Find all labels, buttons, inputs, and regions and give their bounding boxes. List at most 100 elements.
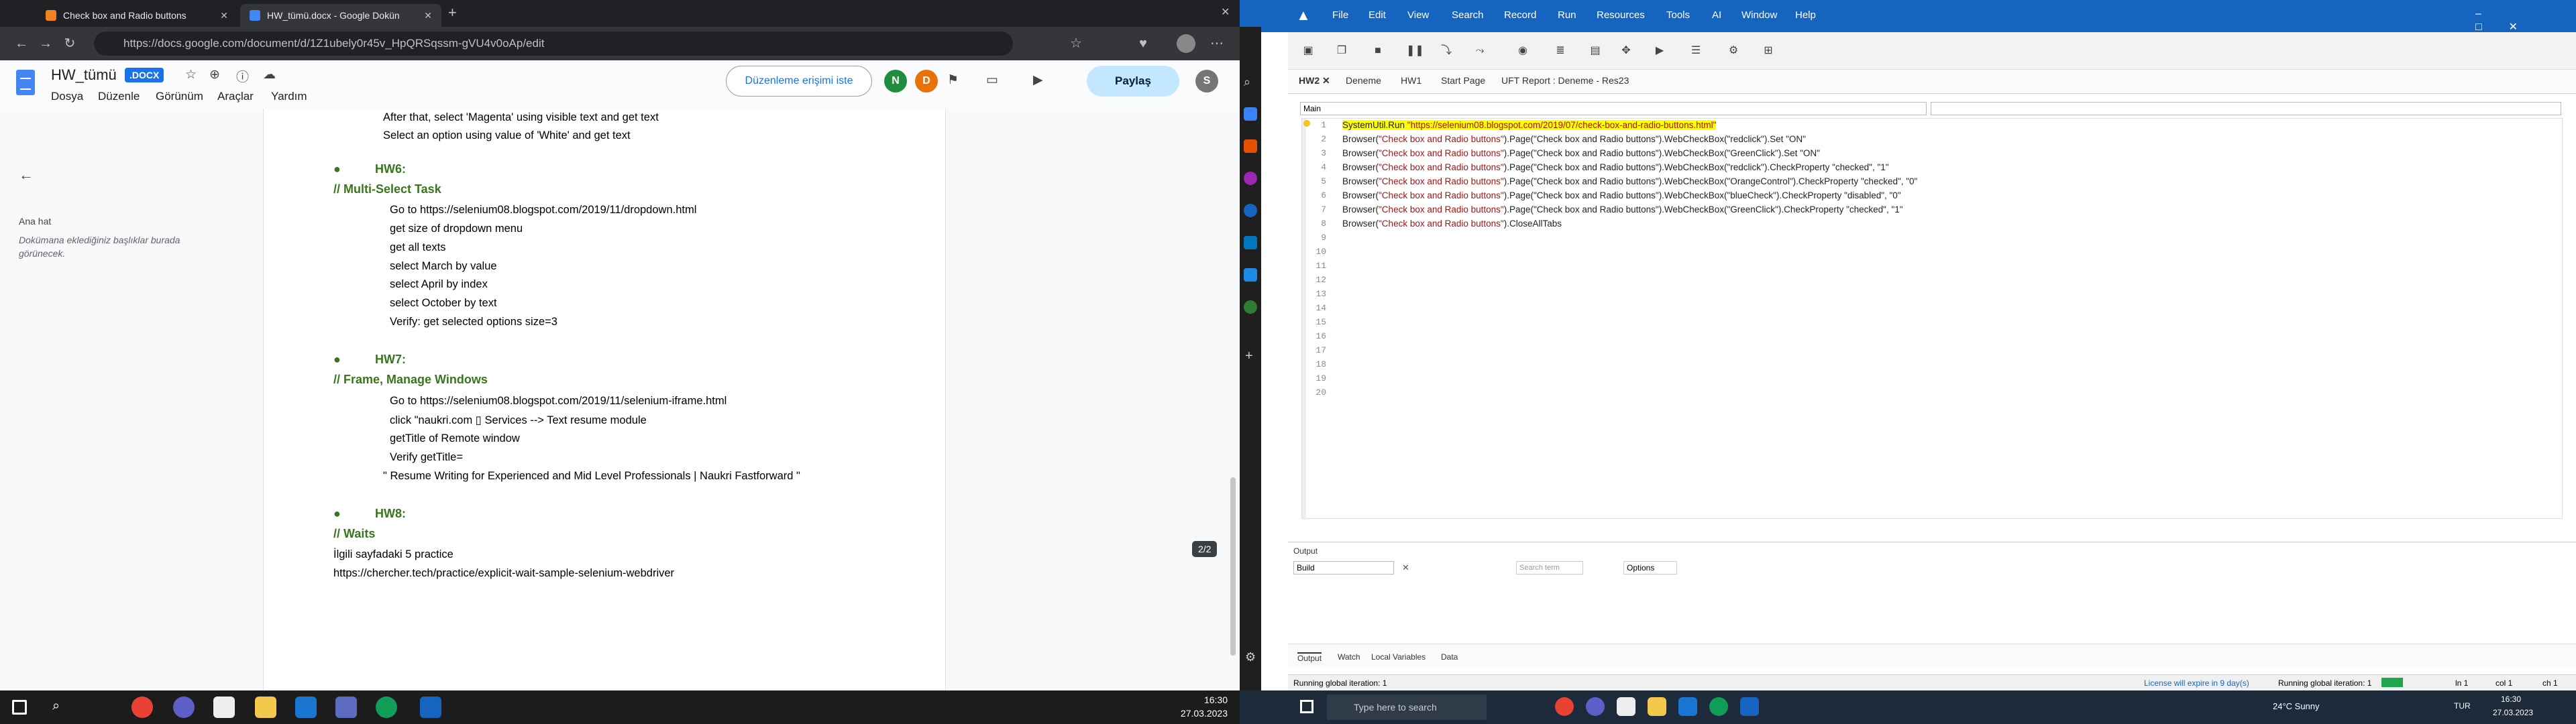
document-page[interactable]: After that, select 'Magenta' using visib… [263, 109, 946, 690]
menu-run[interactable]: Run [1558, 9, 1576, 21]
search-icon[interactable]: ⌕ [52, 699, 60, 714]
meeting-icon[interactable]: ⚑ [947, 72, 959, 88]
code-line[interactable]: Browser("Check box and Radio buttons").P… [1342, 162, 1889, 172]
scrollbar[interactable] [1230, 477, 1236, 656]
options-dropdown[interactable]: Options [1623, 561, 1677, 575]
notes-icon[interactable] [1648, 697, 1666, 716]
share-button[interactable]: Paylaş [1087, 66, 1179, 97]
app-icon[interactable] [295, 697, 317, 718]
code-line[interactable]: SystemUtil.Run "https://selenium08.blogs… [1342, 120, 1717, 130]
tab-watch[interactable]: Watch [1338, 652, 1360, 662]
outlook-icon[interactable] [1244, 236, 1257, 249]
license-status[interactable]: License will expire in 9 day(s) [2144, 678, 2249, 688]
app-icon[interactable] [1678, 697, 1697, 716]
delete-icon[interactable]: ▤ [1589, 44, 1602, 58]
search-icon[interactable]: ⌕ [1244, 75, 1250, 89]
code-line[interactable]: Browser("Check box and Radio buttons").P… [1342, 148, 1820, 158]
app-icon[interactable] [1617, 697, 1635, 716]
step-into-icon[interactable]: ⤵ [1440, 44, 1453, 58]
stop-icon[interactable]: ■ [1371, 44, 1385, 58]
chrome-icon[interactable] [131, 697, 153, 718]
menu-window[interactable]: Window [1741, 9, 1777, 21]
code-line[interactable]: Browser("Check box and Radio buttons").P… [1342, 204, 1903, 215]
tag-icon[interactable] [1244, 107, 1257, 121]
tab-uft-report[interactable]: UFT Report : Deneme - Res23 [1501, 75, 1629, 86]
window-controls[interactable]: ✕ [1221, 5, 1230, 19]
request-edit-access-button[interactable]: Düzenleme erişimi iste [726, 66, 872, 97]
star-icon[interactable]: ☆ [185, 67, 197, 82]
tab-local-variables[interactable]: Local Variables [1371, 652, 1426, 662]
weather-status[interactable]: 24°C Sunny [2273, 701, 2320, 711]
browser-tab-docs[interactable]: HW_tümü.docx - Google Dokün ✕ [240, 4, 441, 27]
cloud-icon[interactable]: ☁ [263, 67, 276, 82]
menu-yardim[interactable]: Yardım [271, 90, 307, 103]
docs-logo-icon[interactable] [16, 70, 35, 95]
settings-icon[interactable]: ⚙ [1727, 44, 1740, 58]
step-over-icon[interactable]: ⤳ [1473, 44, 1487, 58]
record-icon[interactable]: ◉ [1516, 44, 1529, 58]
reload-icon[interactable]: ↻ [60, 34, 79, 53]
code-line[interactable]: Browser("Check box and Radio buttons").P… [1342, 190, 1901, 200]
comment-icon[interactable]: ▭ [986, 72, 998, 88]
app-icon[interactable] [1709, 697, 1728, 716]
menu-tools[interactable]: Tools [1666, 9, 1690, 21]
window-controls[interactable]: –□✕ [2475, 8, 2576, 34]
extensions-icon[interactable]: ♥ [1134, 34, 1152, 53]
video-call-icon[interactable]: ▶ [1033, 72, 1043, 88]
app-icon[interactable] [173, 697, 195, 718]
notes-icon[interactable] [255, 697, 276, 718]
windows-start-icon[interactable] [1300, 700, 1313, 713]
app-icon[interactable] [1244, 204, 1257, 217]
close-icon[interactable]: ✕ [1322, 75, 1330, 86]
back-arrow-icon[interactable]: ← [19, 166, 34, 184]
menu-record[interactable]: Record [1504, 9, 1536, 21]
profile-avatar[interactable] [1177, 34, 1195, 53]
windows-start-icon[interactable] [12, 700, 27, 715]
settings-gear-icon[interactable]: ⚙ [1245, 650, 1256, 664]
action-dropdown[interactable]: Main [1300, 102, 1927, 115]
tab-hw1[interactable]: HW1 [1401, 75, 1421, 86]
app-icon[interactable] [335, 697, 357, 718]
pause-icon[interactable]: ❚❚ [1406, 44, 1424, 58]
menu-gorunum[interactable]: Görünüm [156, 90, 203, 103]
new-tab-button[interactable]: + [448, 4, 457, 21]
bag-icon[interactable] [1244, 139, 1257, 153]
close-icon[interactable]: ✕ [220, 10, 228, 21]
browser-tab-checkbox[interactable]: Check box and Radio buttons ✕ [36, 4, 237, 27]
menu-araclar[interactable]: Araçlar [217, 90, 254, 103]
menu-ai[interactable]: AI [1712, 9, 1721, 21]
move-icon[interactable]: ⊕ [209, 67, 220, 82]
menu-icon[interactable]: ⋯ [1208, 34, 1226, 53]
document-title[interactable]: HW_tümü [51, 66, 117, 84]
clear-icon[interactable]: ✕ [1402, 562, 1409, 573]
app-icon[interactable] [376, 697, 397, 718]
mode-icon[interactable]: ≣ [1554, 44, 1567, 58]
menu-edit[interactable]: Edit [1368, 9, 1386, 21]
back-icon[interactable]: ← [12, 34, 31, 53]
build-dropdown[interactable]: Build [1293, 561, 1394, 575]
tab-deneme[interactable]: Deneme [1346, 75, 1381, 86]
tree-icon[interactable] [1244, 300, 1257, 314]
code-editor[interactable]: 1 2 3 4 5 6 7 8 9 10 11 12 13 14 15 16 17 18 19 20 SystemUt… [1301, 118, 2563, 520]
avatar[interactable]: N [884, 70, 907, 93]
list-icon[interactable]: ☰ [1689, 44, 1703, 58]
add-icon[interactable]: + [1245, 349, 1253, 364]
app-icon[interactable] [213, 697, 235, 718]
tab-hw2[interactable]: HW2 ✕ [1299, 75, 1330, 86]
code-line[interactable]: Browser("Check box and Radio buttons").C… [1342, 219, 1562, 229]
layout-icon[interactable]: ⊞ [1762, 44, 1775, 58]
menu-file[interactable]: File [1332, 9, 1348, 21]
uft-icon[interactable] [420, 697, 441, 718]
tab-output[interactable]: Output [1297, 652, 1322, 663]
taskbar-search-input[interactable]: Type here to search [1327, 695, 1487, 720]
favorite-icon[interactable]: ☆ [1067, 34, 1085, 53]
menu-dosya[interactable]: Dosya [51, 90, 83, 103]
copy-icon[interactable]: ❐ [1335, 44, 1348, 58]
save-icon[interactable]: ▣ [1301, 44, 1315, 58]
spy-icon[interactable]: ✥ [1619, 44, 1633, 58]
send-icon[interactable] [1244, 268, 1257, 282]
uft-icon[interactable] [1740, 697, 1759, 716]
tab-data[interactable]: Data [1441, 652, 1458, 662]
output-search-input[interactable]: Search term [1516, 561, 1583, 575]
url-field[interactable]: https://docs.google.com/document/d/1Z1ub… [94, 32, 1013, 56]
